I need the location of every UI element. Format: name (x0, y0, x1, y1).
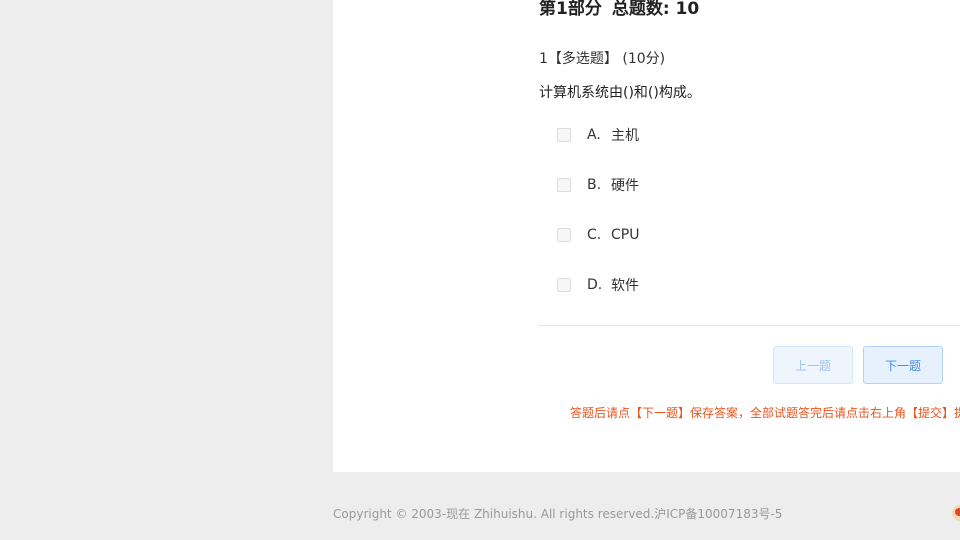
question-score: (10分) (622, 51, 666, 67)
police-badge-icon[interactable] (952, 505, 960, 521)
submit-notice: 答题后请点【下一题】保存答案，全部试题答完后请点击右上角【提交】提 (570, 406, 960, 420)
section-part-label: 第1部分 (539, 0, 602, 19)
option-d-checkbox[interactable] (557, 278, 571, 292)
option-c-checkbox[interactable] (557, 228, 571, 242)
option-a[interactable]: A. 主机 (557, 125, 639, 145)
option-d-text: 软件 (611, 278, 639, 294)
option-c[interactable]: C. CPU (557, 225, 639, 245)
section-total-label: 总题数: 10 (611, 0, 700, 19)
prev-question-button[interactable]: 上一题 (773, 346, 853, 384)
option-b-letter: B. (587, 177, 602, 193)
option-b-checkbox[interactable] (557, 178, 571, 192)
footer-copyright: Copyright © 2003-现在 Zhihuishu. All right… (333, 507, 783, 521)
option-a-letter: A. (587, 127, 601, 143)
option-c-text: CPU (611, 227, 640, 243)
question-type: 【多选题】 (547, 51, 618, 67)
next-question-button[interactable]: 下一题 (863, 346, 943, 384)
option-a-text: 主机 (611, 128, 639, 144)
option-b[interactable]: B. 硬件 (557, 175, 639, 195)
question-text: 计算机系统由()和()构成。 (539, 85, 701, 101)
question-header: 1【多选题】 (10分) (539, 48, 665, 68)
exam-panel: 第1部分 总题数: 10 1【多选题】 (10分) 计算机系统由()和()构成。 … (333, 0, 960, 472)
section-title: 第1部分 总题数: 10 (539, 0, 699, 19)
option-d[interactable]: D. 软件 (557, 275, 639, 295)
option-b-text: 硬件 (611, 178, 639, 194)
option-c-letter: C. (587, 227, 602, 243)
question-number: 1 (539, 51, 548, 67)
divider (538, 325, 960, 326)
option-a-checkbox[interactable] (557, 128, 571, 142)
page: 第1部分 总题数: 10 1【多选题】 (10分) 计算机系统由()和()构成。 … (0, 0, 960, 540)
option-d-letter: D. (587, 277, 603, 293)
